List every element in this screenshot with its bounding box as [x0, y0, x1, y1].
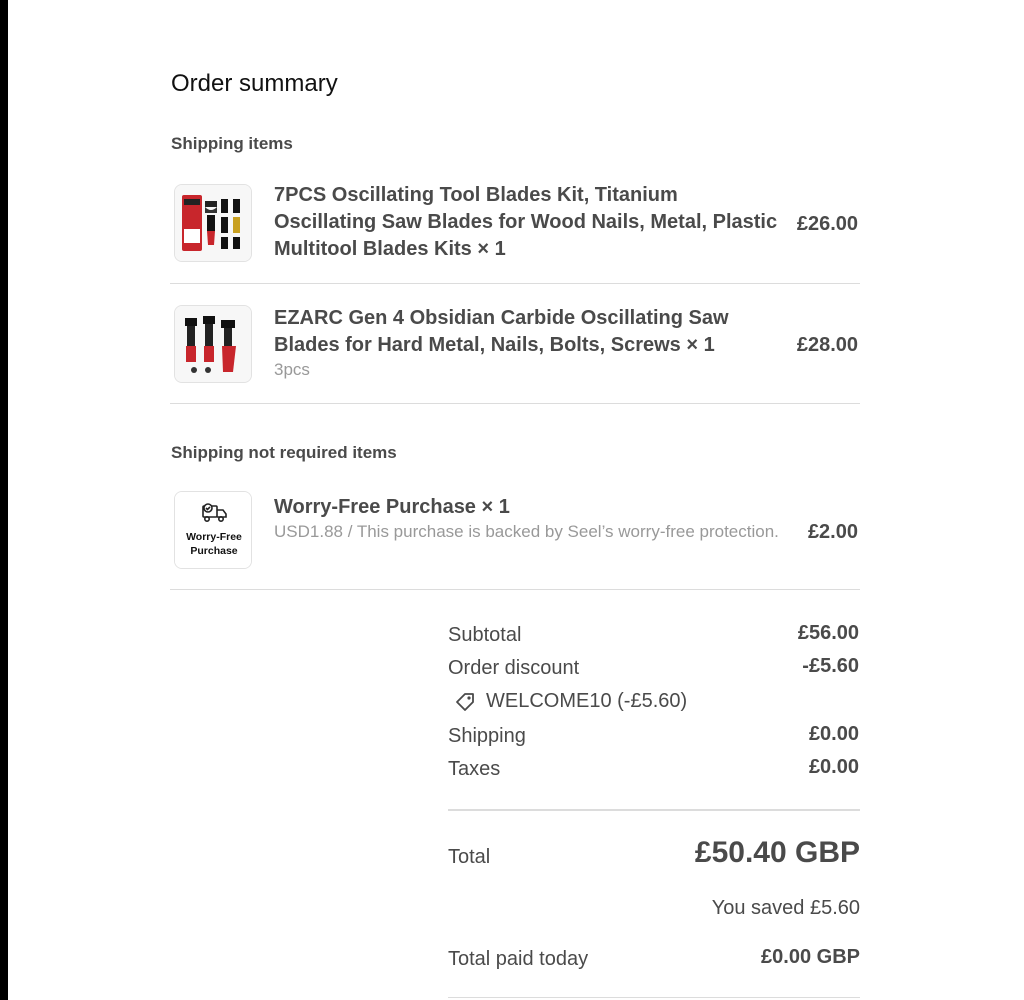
discount-label: Order discount	[448, 657, 580, 679]
section-heading-no-shipping: Shipping not required items	[171, 443, 397, 462]
savings-text: You saved £5.60	[711, 897, 860, 919]
subtotal-row: Subtotal £56.00	[448, 622, 860, 652]
section-heading-shipping: Shipping items	[171, 134, 293, 153]
line-item: Worry-Free Purchase Worry-Free Purchase …	[171, 491, 861, 589]
carbide-blades-image	[174, 305, 252, 383]
summary-divider	[448, 997, 860, 998]
taxes-value: £0.00	[808, 756, 859, 778]
item-title: 7PCS Oscillating Tool Blades Kit, Titani…	[274, 184, 778, 260]
item-variant: 3pcs	[274, 360, 310, 379]
worry-free-badge: Worry-Free Purchase	[174, 491, 252, 569]
line-item: EZARC Gen 4 Obsidian Carbide Oscillating…	[171, 305, 861, 403]
subtotal-label: Subtotal	[448, 624, 522, 646]
shipping-label: Shipping	[448, 725, 526, 747]
taxes-row: Taxes £0.00	[448, 756, 860, 786]
summary-divider	[448, 809, 860, 811]
badge-line-1: Worry-Free	[186, 531, 242, 543]
total-value: £50.40 GBP	[694, 836, 860, 869]
badge-line-2: Purchase	[190, 545, 237, 557]
line-item: 7PCS Oscillating Tool Blades Kit, Titani…	[171, 182, 861, 282]
divider	[170, 283, 860, 284]
item-price: £2.00	[807, 521, 858, 543]
discount-row: Order discount -£5.60	[448, 655, 860, 685]
item-price: £26.00	[796, 213, 858, 235]
taxes-label: Taxes	[448, 758, 501, 780]
paid-today-label: Total paid today	[448, 948, 589, 970]
item-price: £28.00	[796, 334, 858, 356]
item-title: EZARC Gen 4 Obsidian Carbide Oscillating…	[274, 307, 729, 356]
item-title: Worry-Free Purchase × 1	[274, 496, 510, 518]
subtotal-value: £56.00	[797, 622, 859, 644]
total-label: Total	[448, 846, 491, 868]
page-title: Order summary	[171, 70, 338, 97]
divider	[170, 589, 860, 590]
discount-code: WELCOME10 (-£5.60)	[454, 690, 687, 713]
tag-icon	[456, 692, 474, 711]
window-edge	[0, 0, 8, 1000]
item-description: USD1.88 / This purchase is backed by See…	[274, 522, 779, 541]
discount-value: -£5.60	[802, 655, 859, 677]
divider	[170, 403, 860, 404]
shipping-value: £0.00	[808, 723, 859, 745]
paid-today-value: £0.00 GBP	[761, 946, 860, 968]
discount-code-text: WELCOME10 (-£5.60)	[486, 690, 688, 712]
shipping-row: Shipping £0.00	[448, 723, 860, 753]
blade-kit-image	[174, 184, 252, 262]
